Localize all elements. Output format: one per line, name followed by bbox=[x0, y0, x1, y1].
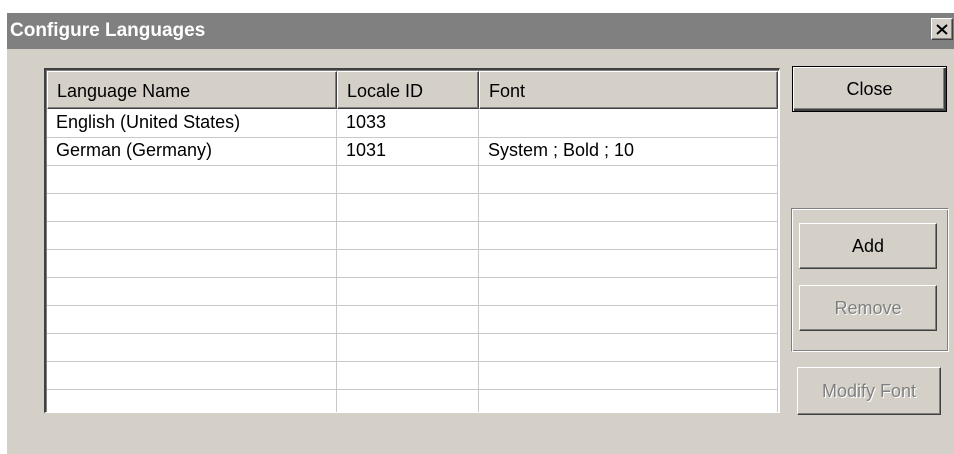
table-row[interactable]: English (United States) 1033 bbox=[47, 110, 778, 138]
close-x-icon bbox=[936, 23, 948, 35]
table-row[interactable] bbox=[47, 390, 778, 412]
column-header-locale-id[interactable]: Locale ID bbox=[337, 71, 479, 109]
table-row[interactable] bbox=[47, 278, 778, 306]
languages-list[interactable]: Language Name Locale ID Font English (Un… bbox=[44, 68, 780, 413]
table-row[interactable] bbox=[47, 222, 778, 250]
cell-locale-id bbox=[337, 166, 479, 193]
cell-language-name bbox=[47, 306, 337, 333]
cell-locale-id: 1033 bbox=[337, 110, 479, 137]
modify-font-button[interactable]: Modify Font bbox=[797, 367, 941, 415]
cell-locale-id bbox=[337, 334, 479, 361]
cell-locale-id bbox=[337, 222, 479, 249]
cell-language-name bbox=[47, 194, 337, 221]
table-row[interactable] bbox=[47, 250, 778, 278]
cell-font bbox=[479, 222, 778, 249]
cell-font: System ; Bold ; 10 bbox=[479, 138, 778, 165]
window-title: Configure Languages bbox=[10, 20, 206, 41]
table-row[interactable]: German (Germany) 1031 System ; Bold ; 10 bbox=[47, 138, 778, 166]
cell-font bbox=[479, 110, 778, 137]
remove-button[interactable]: Remove bbox=[799, 285, 937, 331]
cell-locale-id bbox=[337, 278, 479, 305]
close-button[interactable]: Close bbox=[792, 66, 947, 112]
cell-font bbox=[479, 278, 778, 305]
cell-font bbox=[479, 194, 778, 221]
configure-languages-dialog: Configure Languages Language Name Locale… bbox=[6, 12, 954, 454]
list-header: Language Name Locale ID Font bbox=[47, 71, 778, 109]
column-header-font[interactable]: Font bbox=[479, 71, 778, 109]
cell-language-name bbox=[47, 278, 337, 305]
table-row[interactable] bbox=[47, 166, 778, 194]
cell-language-name: English (United States) bbox=[47, 110, 337, 137]
table-row[interactable] bbox=[47, 194, 778, 222]
add-button[interactable]: Add bbox=[799, 223, 937, 269]
cell-language-name bbox=[47, 222, 337, 249]
cell-font bbox=[479, 166, 778, 193]
cell-locale-id bbox=[337, 250, 479, 277]
cell-language-name bbox=[47, 390, 337, 412]
cell-language-name bbox=[47, 362, 337, 389]
cell-font bbox=[479, 390, 778, 412]
cell-locale-id: 1031 bbox=[337, 138, 479, 165]
cell-font bbox=[479, 306, 778, 333]
window-close-button[interactable] bbox=[931, 18, 953, 40]
cell-language-name bbox=[47, 250, 337, 277]
cell-language-name: German (Germany) bbox=[47, 138, 337, 165]
list-rows: English (United States) 1033 German (Germa… bbox=[47, 110, 778, 412]
table-row[interactable] bbox=[47, 306, 778, 334]
cell-locale-id bbox=[337, 390, 479, 412]
cell-locale-id bbox=[337, 362, 479, 389]
cell-font bbox=[479, 362, 778, 389]
table-row[interactable] bbox=[47, 334, 778, 362]
cell-font bbox=[479, 334, 778, 361]
cell-language-name bbox=[47, 166, 337, 193]
cell-locale-id bbox=[337, 194, 479, 221]
cell-locale-id bbox=[337, 306, 479, 333]
cell-language-name bbox=[47, 334, 337, 361]
table-row[interactable] bbox=[47, 362, 778, 390]
title-bar[interactable]: Configure Languages bbox=[7, 13, 954, 49]
column-header-language-name[interactable]: Language Name bbox=[47, 71, 337, 109]
cell-font bbox=[479, 250, 778, 277]
